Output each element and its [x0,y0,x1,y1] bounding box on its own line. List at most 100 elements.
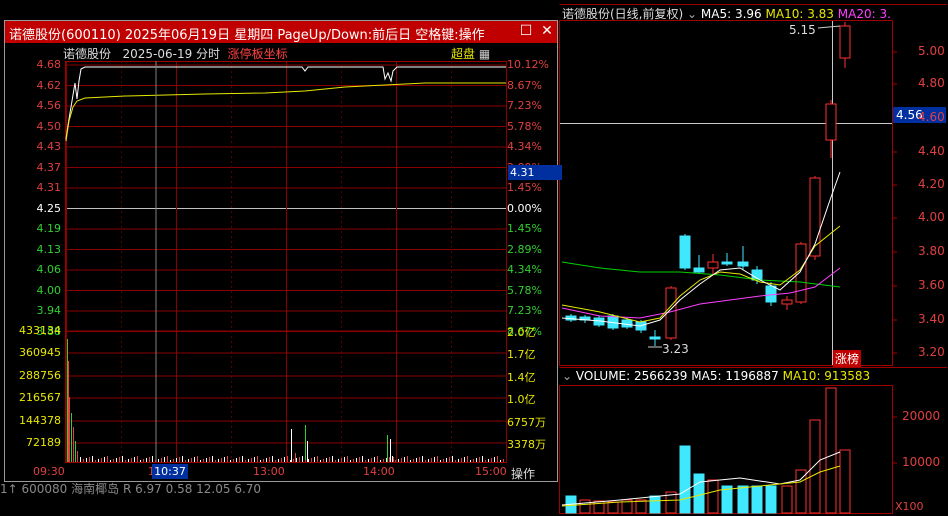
price-tick: 3.94 [36,304,62,317]
candle-up [839,25,851,59]
volume-bar [795,469,807,514]
ma5-label: MA5: 3.96 [700,7,762,21]
price-tick: 4.56 [36,99,62,112]
kline-low-label: 3.23 [662,342,689,356]
percent-tick: 4.34% [507,140,542,153]
volume-bar [839,449,851,514]
volume-unit: X100 [895,500,924,513]
volume-tick-right: 3378万 [507,438,546,451]
zhangbang-label[interactable]: 涨榜 [833,350,862,367]
volume-bar [679,445,691,514]
collapse-icon[interactable]: ⌄ [687,7,697,21]
volume-y-label: 10000 [902,455,941,469]
volume-tick-left: 360945 [19,346,61,359]
kline-y-label: 4.40 [918,144,945,158]
percent-tick: 5.78% [507,283,542,297]
percent-tick: 7.23% [507,304,542,317]
volume-bar [693,473,705,514]
operate-button[interactable]: 操作 [511,465,535,482]
volume-tick-right: 6757万 [507,416,546,429]
candle-down [649,336,661,340]
price-tick: 4.00 [36,283,62,297]
time-tick: 13:00 [253,465,285,478]
kline-y-label: 4.80 [918,76,945,90]
volume-bar [781,485,793,514]
intraday-infobar: 诺德股份 2025-06-19 分时 涨停板坐标 [63,45,288,62]
intraday-date: 2025-06-19 分时 [122,47,221,61]
kline-y-label: 5.00 [918,44,945,58]
volume-bar [765,485,777,514]
time-tick: 09:30 [33,465,65,478]
candle-down [721,261,733,265]
price-tick: 4.13 [36,242,62,256]
kline-high-label: 5.15 [789,23,816,37]
kline-y-label: 3.60 [918,278,945,292]
candle-up [707,261,719,269]
price-tick: 4.37 [36,160,62,174]
ma20-label: MA20: 3. [837,7,891,21]
volume-bar [825,387,837,514]
candle-up [781,299,793,305]
kline-y-label: 4.20 [918,177,945,191]
price-tick: 4.50 [36,119,62,133]
cursor-time: 10:37 [152,464,188,479]
time-tick: 14:00 [363,465,395,478]
volume-tick-right: 1.4亿 [507,371,536,384]
price-tick: 4.06 [36,263,62,276]
percent-tick: 5.78% [507,119,542,133]
candle-down [765,285,777,303]
percent-tick: 1.45% [507,222,542,235]
candle-up [795,243,807,303]
price-tick: 4.31 [36,181,62,194]
kline-stock-name: 诺德股份(日线,前复权) [562,7,684,21]
percent-tick: 8.67% [507,78,542,92]
volume-tick-right: 2.0亿 [507,326,536,339]
percent-tick: 2.89% [507,242,542,256]
candle-down [693,267,705,273]
price-tick: 4.68 [36,58,62,71]
kline-y-label: 3.80 [918,244,945,258]
price-tick: 4.43 [36,140,62,153]
time-tick: 15:00 [475,465,507,478]
chaopan-label: 超盘 [451,47,476,61]
cursor-price: 4.31 [508,165,562,180]
volume-bar [649,495,661,514]
stock-list-row[interactable]: 1↑ 600080 海南椰岛 R 6.97 0.58 12.05 6.70 [0,480,261,497]
volume-ma5-label: MA5: 1196887 [691,369,779,383]
volume-tick-left: 433134 [19,324,61,337]
intraday-stock-name: 诺德股份 [63,47,112,61]
intraday-popup[interactable]: 诺德股份(600110) 2025年06月19日 星期四 PageUp/Down… [4,20,562,482]
collapse-icon[interactable]: ⌄ [562,369,572,383]
percent-tick: 10.12% [507,58,549,71]
percent-tick: 0.00% [507,201,542,215]
volume-bar [579,499,591,514]
kline-y-label: 4.60 [918,110,945,124]
volume-bar [607,501,619,514]
volume-bar [635,499,647,514]
volume-header: ⌄ VOLUME: 2566239 MA5: 1196887 MA10: 913… [562,369,870,383]
candle-down [737,261,749,267]
volume-tick-right: 1.0亿 [507,393,536,406]
intraday-chart[interactable] [5,21,557,481]
kline-y-label: 3.40 [918,312,945,326]
chaopan-button[interactable]: 超盘 ▦ [451,45,490,62]
kline-y-label: 3.20 [918,345,945,359]
volume-bar [809,419,821,514]
price-tick: 4.62 [36,78,62,92]
percent-tick: 7.23% [507,99,542,112]
volume-tick-left: 144378 [19,414,61,427]
candle-down [679,235,691,269]
candle-up [825,103,837,141]
volume-bar [737,485,749,514]
kline-header: 诺德股份(日线,前复权) ⌄ MA5: 3.96 MA10: 3.83 MA20… [562,5,891,22]
ma10-label: MA10: 3.83 [765,7,834,21]
volume-y-label: 20000 [902,409,941,423]
intraday-mode[interactable]: 涨停板坐标 [228,47,288,61]
percent-tick: 1.45% [507,181,542,194]
price-tick: 4.25 [36,201,62,215]
grid-icon[interactable]: ▦ [479,47,490,61]
volume-ma10-label: MA10: 913583 [782,369,871,383]
kline-frame [559,20,893,366]
high-arrow [817,25,841,29]
volume-tick-right: 1.7亿 [507,348,536,361]
